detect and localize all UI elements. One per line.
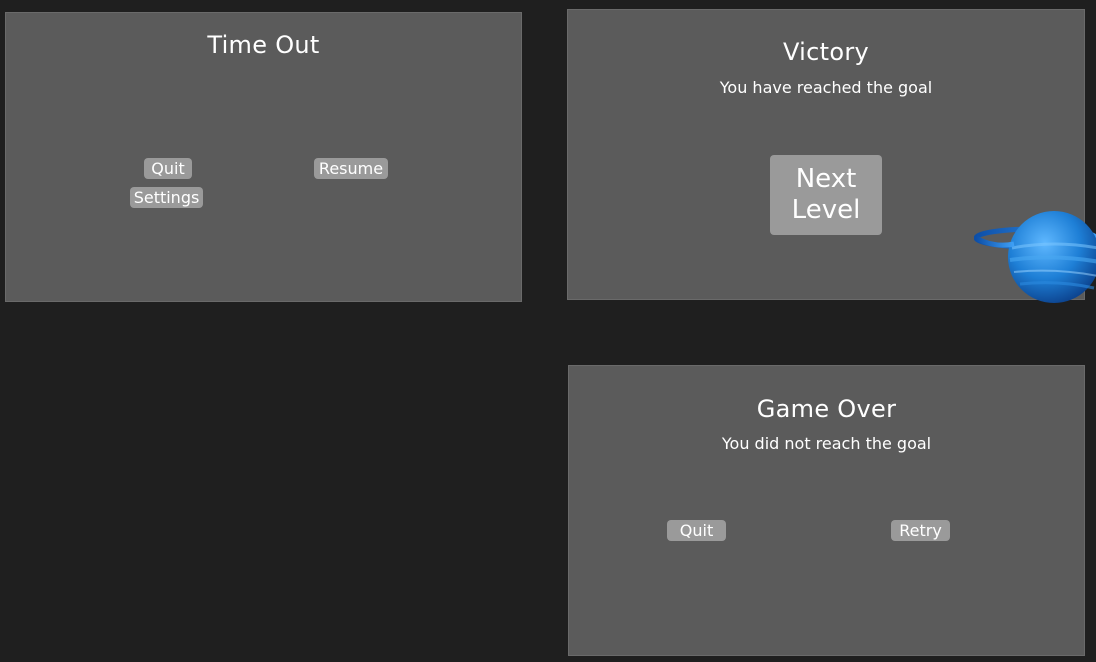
quit-button[interactable]: Quit	[667, 520, 726, 541]
victory-title: Victory	[782, 38, 870, 66]
game-over-subtitle: You did not reach the goal	[721, 434, 932, 453]
next-level-button[interactable]: Next Level	[770, 155, 882, 235]
ringed-planet-icon	[974, 210, 1096, 305]
settings-button[interactable]: Settings	[130, 187, 203, 208]
pause-panel: Time Out Quit Resume Settings	[5, 12, 522, 302]
game-over-panel: Game Over You did not reach the goal Qui…	[568, 365, 1085, 656]
game-over-title: Game Over	[756, 395, 897, 423]
victory-subtitle: You have reached the goal	[719, 78, 933, 97]
pause-title: Time Out	[207, 31, 320, 59]
retry-button[interactable]: Retry	[891, 520, 950, 541]
quit-button[interactable]: Quit	[144, 158, 192, 179]
resume-button[interactable]: Resume	[314, 158, 388, 179]
